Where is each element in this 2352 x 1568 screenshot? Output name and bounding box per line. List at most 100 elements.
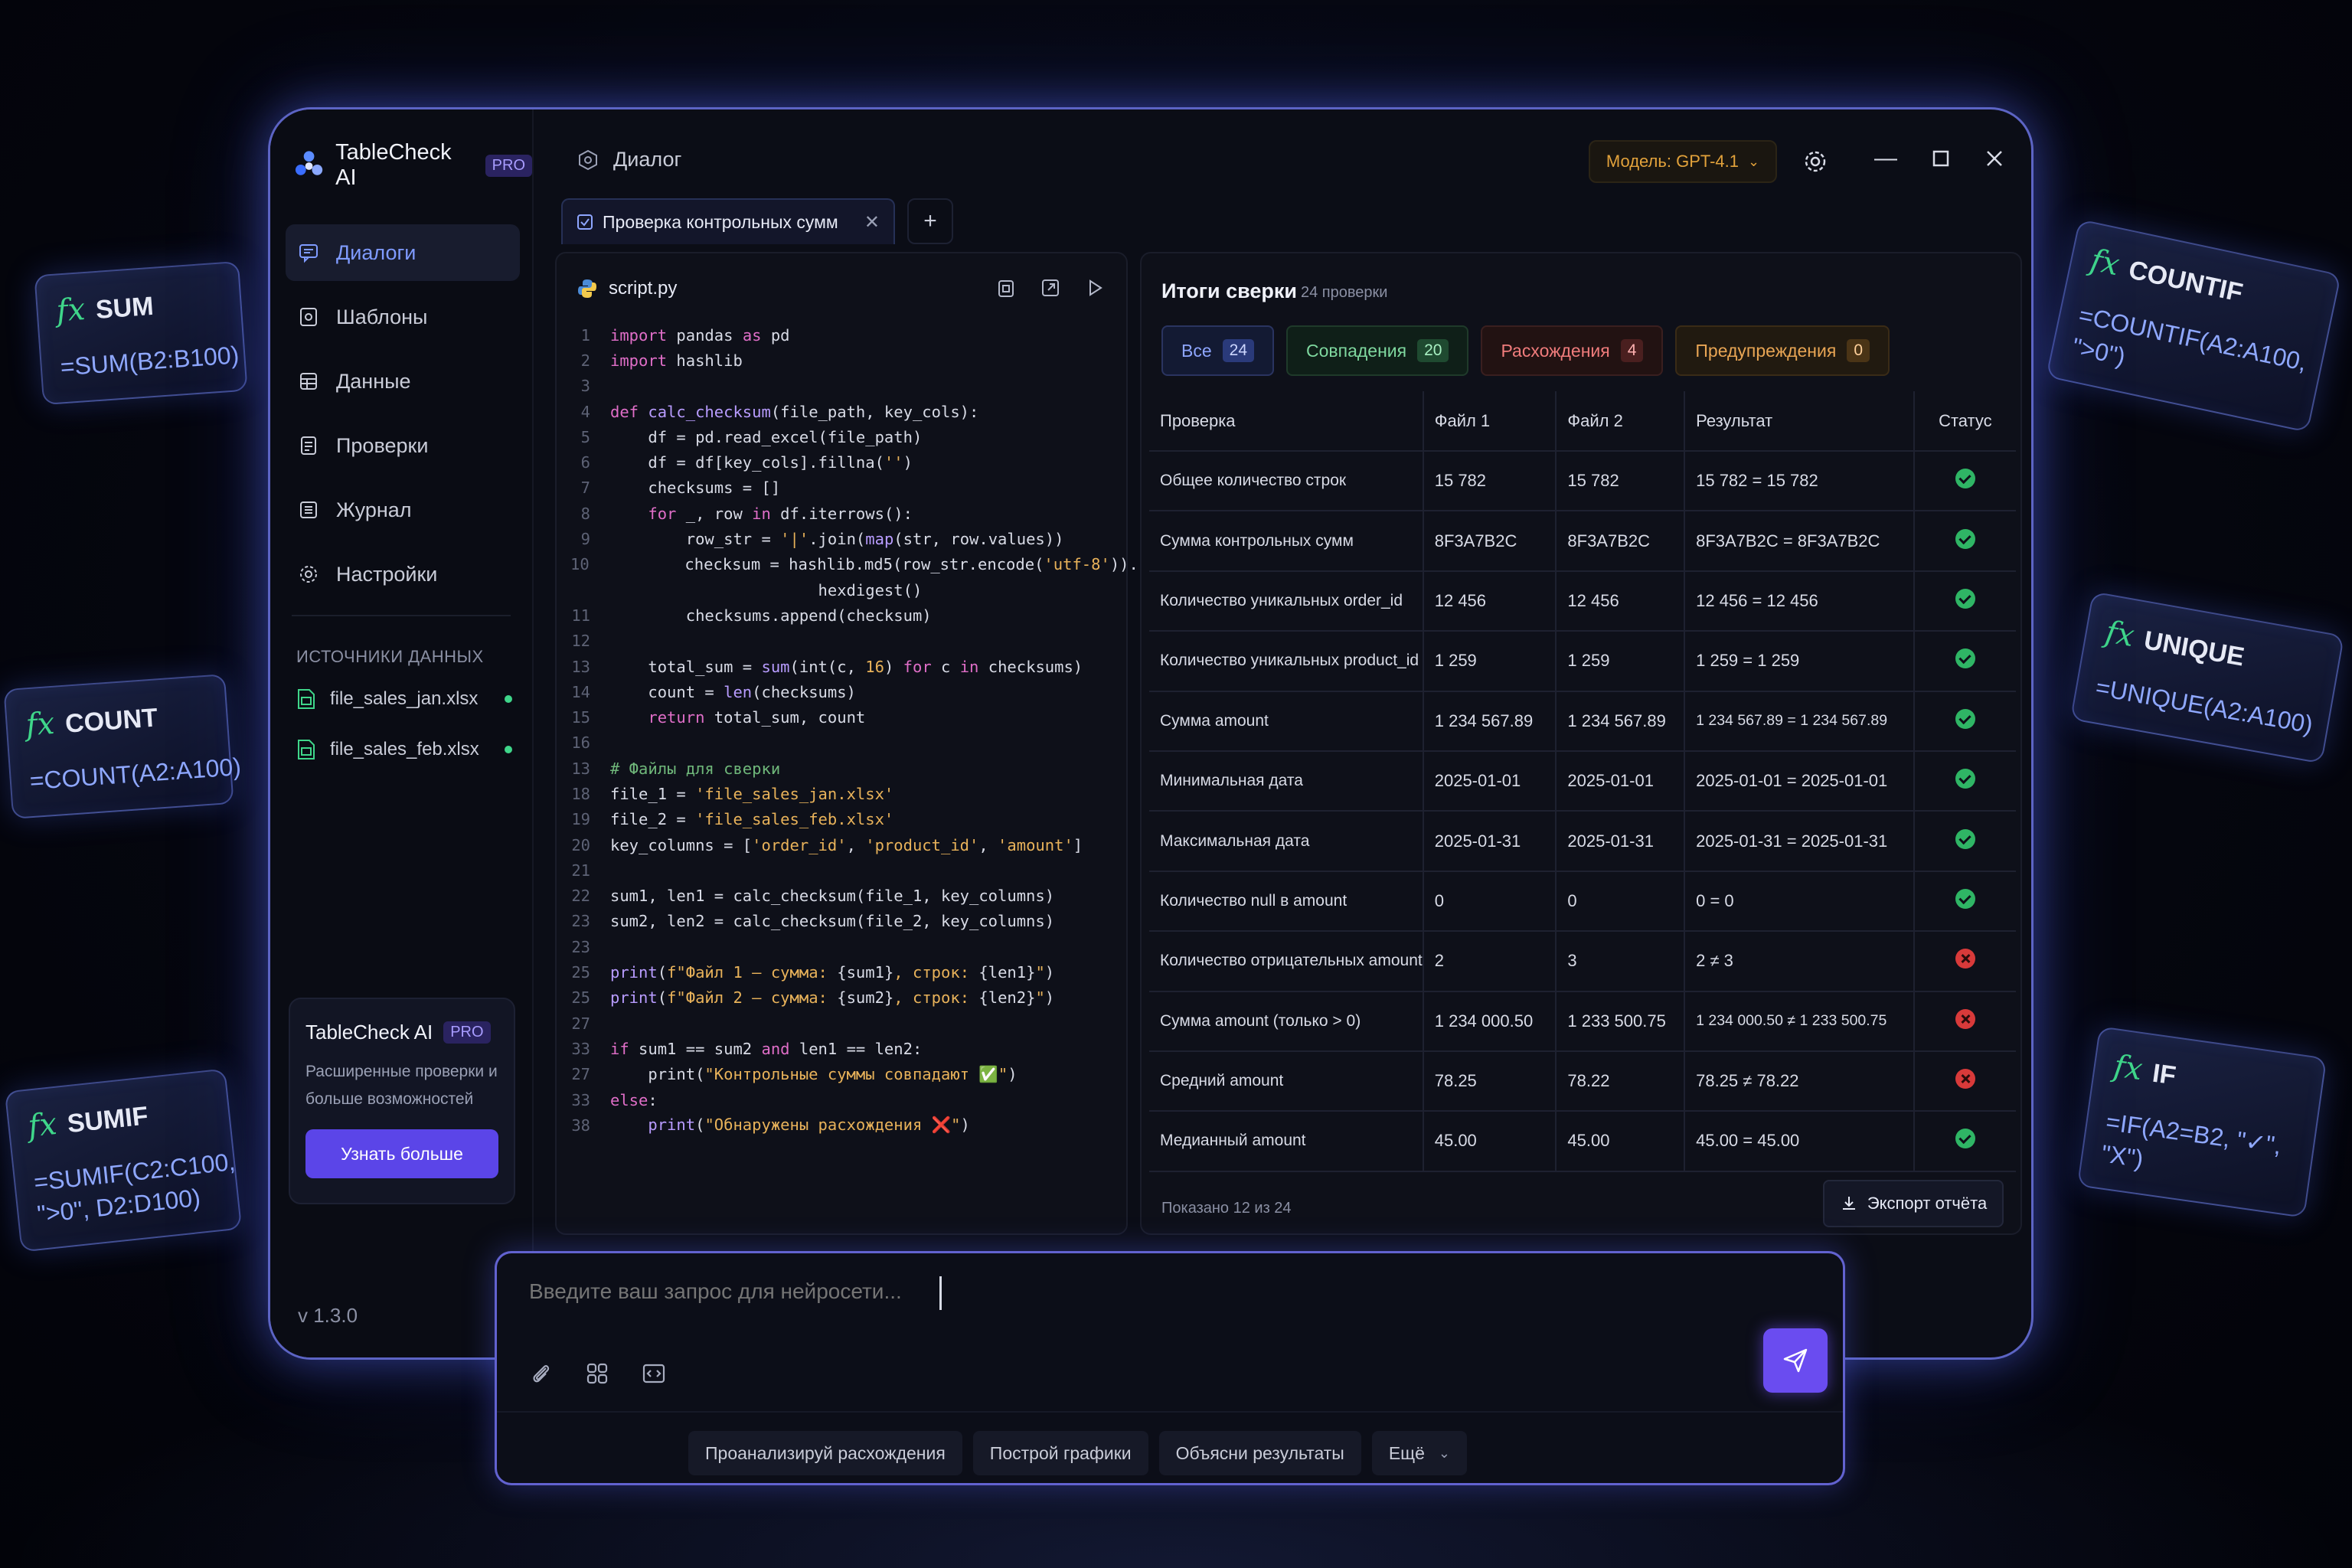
file1-value: 78.25 xyxy=(1423,1050,1557,1112)
copy-icon[interactable] xyxy=(995,276,1018,299)
result-value: 1 259 = 1 259 xyxy=(1684,631,1915,692)
prompt-input[interactable] xyxy=(529,1279,1601,1304)
connected-indicator xyxy=(505,746,512,753)
prompt-tools xyxy=(528,1361,667,1387)
table-row[interactable]: Медианный amount 45.00 45.00 45.00 = 45.00 xyxy=(1149,1111,2016,1172)
filter-discrepancies[interactable]: Расхождения 4 xyxy=(1481,325,1664,376)
send-button[interactable] xyxy=(1763,1328,1828,1393)
column-header[interactable]: Статус xyxy=(1913,391,2016,452)
sidebar-item-settings[interactable]: Настройки xyxy=(286,546,520,603)
sidebar-item-templates[interactable]: Шаблоны xyxy=(286,289,520,345)
status-cell xyxy=(1913,570,2016,632)
sidebar-item-checks[interactable]: Проверки xyxy=(286,417,520,474)
column-header[interactable]: Файл 1 xyxy=(1423,391,1557,452)
pro-badge: PRO xyxy=(485,154,532,177)
code-block-icon[interactable] xyxy=(641,1361,667,1387)
check-circle-icon xyxy=(1955,469,1975,489)
filter-matches[interactable]: Совпадения 20 xyxy=(1286,325,1469,376)
file1-value: 0 xyxy=(1423,871,1557,933)
table-row[interactable]: Минимальная дата 2025-01-01 2025-01-01 2025… xyxy=(1149,750,2016,812)
results-title: Итоги сверки xyxy=(1161,279,1297,302)
result-value: 2 ≠ 3 xyxy=(1684,931,1915,992)
source-item[interactable]: file_sales_jan.xlsx xyxy=(296,688,518,710)
export-report-button[interactable]: Экспорт отчёта xyxy=(1823,1180,2004,1227)
minimize-icon[interactable]: — xyxy=(1870,143,1901,174)
filter-warnings[interactable]: Предупреждения 0 xyxy=(1675,325,1890,376)
sidebar-item-journal[interactable]: Журнал xyxy=(286,482,520,538)
result-value: 78.25 ≠ 78.22 xyxy=(1684,1050,1915,1112)
table-row[interactable]: Средний amount 78.25 78.22 78.25 ≠ 78.22 xyxy=(1149,1050,2016,1112)
maximize-icon[interactable] xyxy=(1926,143,1956,174)
checkbox-icon xyxy=(577,214,593,230)
file2-value: 1 234 567.89 xyxy=(1556,691,1686,752)
status-cell xyxy=(1913,631,2016,692)
column-header[interactable]: Файл 2 xyxy=(1556,391,1686,452)
expand-icon[interactable] xyxy=(1039,276,1062,299)
tab-close-icon[interactable]: ✕ xyxy=(864,211,880,234)
more-suggestions-button[interactable]: Ещё ⌄ xyxy=(1371,1431,1467,1475)
check-circle-icon xyxy=(1955,828,1975,849)
suggestion-chip[interactable]: Проанализируй расхождения xyxy=(688,1431,962,1475)
table-row[interactable]: Максимальная дата 2025-01-31 2025-01-31 202… xyxy=(1149,811,2016,872)
filter-all[interactable]: Все 24 xyxy=(1161,325,1274,376)
code-editor[interactable]: script.py 1 import pandas as pd 2 import h… xyxy=(555,252,1138,1235)
file1-value: 2025-01-01 xyxy=(1423,750,1557,812)
status-cell xyxy=(1913,811,2016,872)
prompt-box: Проанализируй расхождения Построй график… xyxy=(495,1251,1845,1485)
file1-value: 2 xyxy=(1423,931,1557,992)
table-row[interactable]: Сумма amount 1 234 567.89 1 234 567.89 1 23… xyxy=(1149,691,2016,752)
table-row[interactable]: Количество уникальных order_id 12 456 12 4… xyxy=(1149,570,2016,632)
status-cell xyxy=(1913,511,2016,572)
table-row[interactable]: Количество отрицательных amount 2 3 2 ≠ 3 xyxy=(1149,931,2016,992)
source-item[interactable]: file_sales_feb.xlsx xyxy=(296,739,518,760)
close-icon[interactable] xyxy=(1979,143,2010,174)
page-title-text: Диалог xyxy=(613,148,682,171)
file1-value: 45.00 xyxy=(1423,1111,1557,1172)
send-icon xyxy=(1783,1348,1808,1373)
sidebar-item-dialogs[interactable]: Диалоги xyxy=(286,224,520,281)
checklist-icon xyxy=(301,436,316,455)
source-name: file_sales_feb.xlsx xyxy=(330,739,479,760)
check-name: Общее количество строк xyxy=(1149,451,1424,512)
table-row[interactable]: Общее количество строк 15 782 15 782 15 782… xyxy=(1149,451,2016,512)
suggestion-chip[interactable]: Построй графики xyxy=(972,1431,1148,1475)
promo-description: Расширенные проверки и больше возможност… xyxy=(305,1063,498,1108)
file2-value: 15 782 xyxy=(1556,451,1686,512)
table-row[interactable]: Количество null в amount 0 0 0 = 0 xyxy=(1149,871,2016,933)
file2-value: 1 233 500.75 xyxy=(1556,991,1686,1052)
file1-value: 1 234 567.89 xyxy=(1423,691,1557,752)
run-icon[interactable] xyxy=(1083,276,1106,299)
result-value: 0 = 0 xyxy=(1684,871,1915,933)
new-tab-button[interactable]: + xyxy=(907,198,953,244)
formula-card-unique: fx UNIQUE =UNIQUE(A2:A100) xyxy=(2069,591,2345,764)
chevron-down-icon: ⌄ xyxy=(1438,1445,1450,1461)
suggestion-chip[interactable]: Объясни результаты xyxy=(1158,1431,1361,1475)
check-circle-icon xyxy=(1955,708,1975,729)
column-header[interactable]: Результат xyxy=(1684,391,1915,452)
result-value: 12 456 = 12 456 xyxy=(1684,570,1915,632)
status-cell xyxy=(1913,1050,2016,1112)
grid-icon[interactable] xyxy=(584,1361,610,1387)
file1-value: 2025-01-31 xyxy=(1423,811,1557,872)
sidebar-item-data[interactable]: Данные xyxy=(286,353,520,410)
check-circle-icon xyxy=(1955,648,1975,669)
model-selector[interactable]: Модель: GPT-4.1 ⌄ xyxy=(1589,140,1777,183)
result-value: 2025-01-01 = 2025-01-01 xyxy=(1684,750,1915,812)
app-name: TableCheck AI xyxy=(335,140,452,190)
check-name: Медианный amount xyxy=(1149,1111,1424,1172)
tab-checksum[interactable]: Проверка контрольных сумм ✕ xyxy=(561,198,895,244)
check-name: Количество уникальных order_id xyxy=(1149,570,1424,632)
sidebar-item-label: Журнал xyxy=(336,498,412,521)
learn-more-button[interactable]: Узнать больше xyxy=(305,1129,498,1178)
file2-value: 8F3A7B2C xyxy=(1556,511,1686,572)
attach-icon[interactable] xyxy=(528,1361,554,1387)
settings-gear-icon[interactable] xyxy=(1802,148,1829,175)
results-subtitle: 24 проверки xyxy=(1301,284,1388,301)
table-row[interactable]: Сумма amount (только > 0) 1 234 000.50 1 2… xyxy=(1149,991,2016,1052)
table-row[interactable]: Количество уникальных product_id 1 259 1 2… xyxy=(1149,631,2016,692)
column-header[interactable]: Проверка xyxy=(1149,391,1424,452)
page-title: Диалог xyxy=(577,148,681,172)
editor-header: script.py xyxy=(577,278,677,299)
table-row[interactable]: Сумма контрольных сумм 8F3A7B2C 8F3A7B2C 8F… xyxy=(1149,511,2016,572)
check-circle-icon xyxy=(1955,888,1975,909)
